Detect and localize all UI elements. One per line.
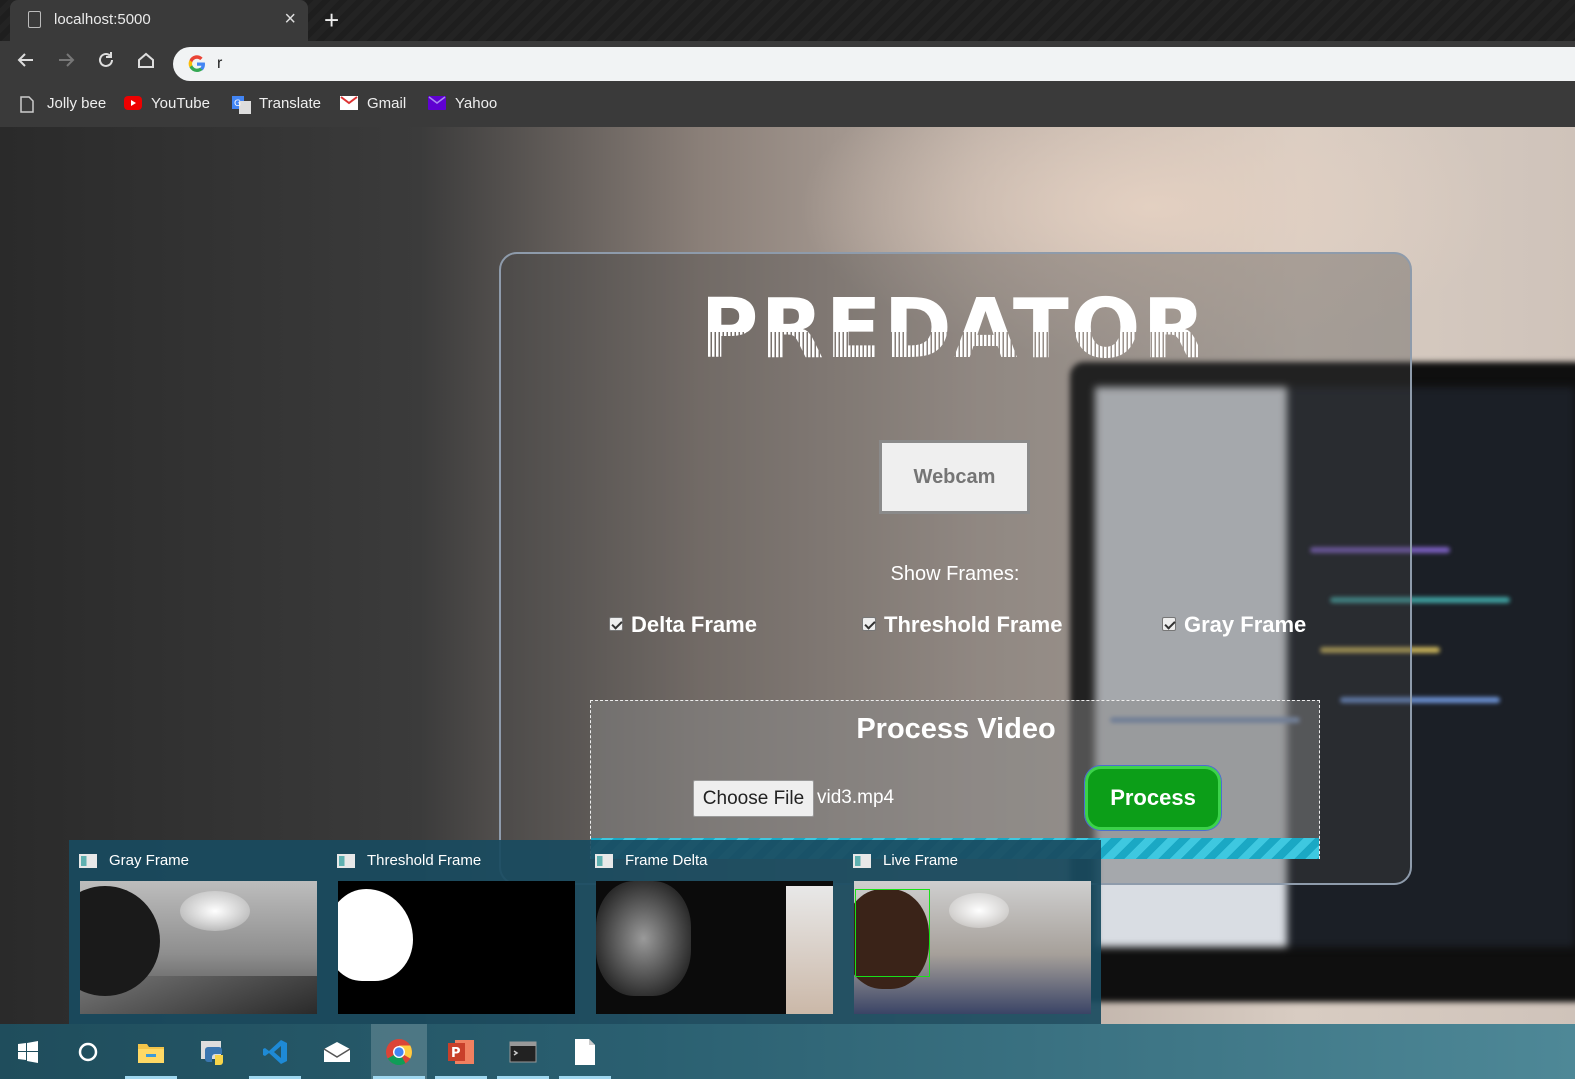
choose-file-button[interactable]: Choose File xyxy=(693,780,814,817)
logo-text: PREDATOR xyxy=(708,287,1198,362)
new-tab-button[interactable]: + xyxy=(324,5,339,35)
thumbnail-gray-frame[interactable]: Gray Frame xyxy=(69,840,327,1024)
checkbox-gray-frame[interactable]: Gray Frame xyxy=(1162,612,1306,638)
bookmark-label: Translate xyxy=(259,95,321,112)
close-tab-icon[interactable]: × xyxy=(284,8,296,30)
thumbnail-live-frame[interactable]: Live Frame xyxy=(843,840,1101,1024)
address-bar[interactable]: r xyxy=(173,47,1575,81)
windows-taskbar: P xyxy=(0,1024,1575,1079)
home-icon[interactable] xyxy=(133,49,159,75)
gmail-icon xyxy=(340,96,358,111)
chrome-icon[interactable] xyxy=(371,1024,427,1079)
bookmark-jolly-bee[interactable]: Jolly bee xyxy=(20,95,107,113)
window-icon xyxy=(337,853,355,868)
mail-icon[interactable] xyxy=(309,1024,365,1079)
gray-frame-preview xyxy=(80,881,317,1014)
browser-toolbar: r xyxy=(0,41,1575,85)
process-button[interactable]: Process xyxy=(1084,765,1222,831)
predator-logo: PREDATOR xyxy=(708,287,1198,362)
google-icon xyxy=(188,55,205,73)
taskbar-thumbnail-preview: Gray Frame Threshold Frame Frame Delta L… xyxy=(69,840,1101,1024)
checkbox-label: Gray Frame xyxy=(1184,612,1307,637)
bookmark-label: Yahoo xyxy=(455,95,498,112)
thumbnail-threshold-frame[interactable]: Threshold Frame xyxy=(327,840,585,1024)
show-frames-label: Show Frames: xyxy=(890,563,1020,585)
page-icon xyxy=(20,96,38,113)
thumbnail-title: Gray Frame xyxy=(109,852,190,869)
window-icon xyxy=(595,853,613,868)
thumbnail-title: Threshold Frame xyxy=(367,852,482,869)
window-icon xyxy=(853,853,871,868)
powerpoint-icon[interactable]: P xyxy=(433,1024,489,1079)
process-video-panel: Process Video Choose File vid3.mp4 Proce… xyxy=(590,700,1320,859)
window-icon xyxy=(79,853,97,868)
checkbox-checked-icon[interactable] xyxy=(1162,617,1176,631)
reload-icon[interactable] xyxy=(93,49,119,75)
bookmark-gmail[interactable]: Gmail xyxy=(340,95,406,112)
thumbnail-title: Frame Delta xyxy=(625,852,708,869)
selected-file-name: vid3.mp4 xyxy=(817,787,895,808)
checkbox-checked-icon[interactable] xyxy=(862,617,876,631)
file-explorer-icon[interactable] xyxy=(123,1024,179,1079)
bookmark-youtube[interactable]: YouTube xyxy=(124,95,210,112)
checkbox-checked-icon[interactable] xyxy=(609,617,623,631)
address-text: r xyxy=(217,55,223,72)
checkbox-label: Delta Frame xyxy=(631,612,757,637)
process-video-title: Process Video xyxy=(856,713,1056,745)
start-icon[interactable] xyxy=(0,1024,56,1079)
bookmark-label: YouTube xyxy=(151,95,210,112)
back-icon[interactable] xyxy=(13,49,39,75)
terminal-icon[interactable] xyxy=(495,1024,551,1079)
yahoo-icon xyxy=(428,96,446,111)
live-frame-preview xyxy=(854,881,1091,1014)
tab-strip: localhost:5000 × + xyxy=(0,0,1575,41)
youtube-icon xyxy=(124,96,142,111)
threshold-frame-preview xyxy=(338,881,575,1014)
thumbnail-title: Live Frame xyxy=(883,852,959,869)
bookmark-label: Gmail xyxy=(367,95,407,112)
python-icon[interactable] xyxy=(185,1024,241,1079)
page-icon xyxy=(28,11,41,28)
bookmark-label: Jolly bee xyxy=(47,95,107,112)
bookmark-translate[interactable]: G Translate xyxy=(232,95,321,114)
thumbnail-frame-delta[interactable]: Frame Delta xyxy=(585,840,843,1024)
webcam-button[interactable]: Webcam xyxy=(879,440,1030,514)
translate-icon: G xyxy=(232,96,251,114)
tab-title: localhost:5000 xyxy=(54,11,151,28)
checkbox-label: Threshold Frame xyxy=(884,612,1063,637)
vscode-icon[interactable] xyxy=(247,1024,303,1079)
checkbox-delta-frame[interactable]: Delta Frame xyxy=(609,612,757,638)
checkbox-threshold-frame[interactable]: Threshold Frame xyxy=(862,612,1062,638)
browser-tab[interactable]: localhost:5000 × xyxy=(10,0,308,41)
cortana-icon[interactable] xyxy=(60,1024,116,1079)
notepad-icon[interactable] xyxy=(557,1024,613,1079)
svg-text:P: P xyxy=(451,1046,461,1061)
bookmark-yahoo[interactable]: Yahoo xyxy=(428,95,497,112)
frame-delta-preview xyxy=(596,881,833,1014)
forward-icon[interactable] xyxy=(53,49,79,75)
bookmarks-bar: Jolly bee YouTube G Translate Gmail Yaho… xyxy=(0,85,1575,127)
svg-text:G: G xyxy=(234,99,241,109)
